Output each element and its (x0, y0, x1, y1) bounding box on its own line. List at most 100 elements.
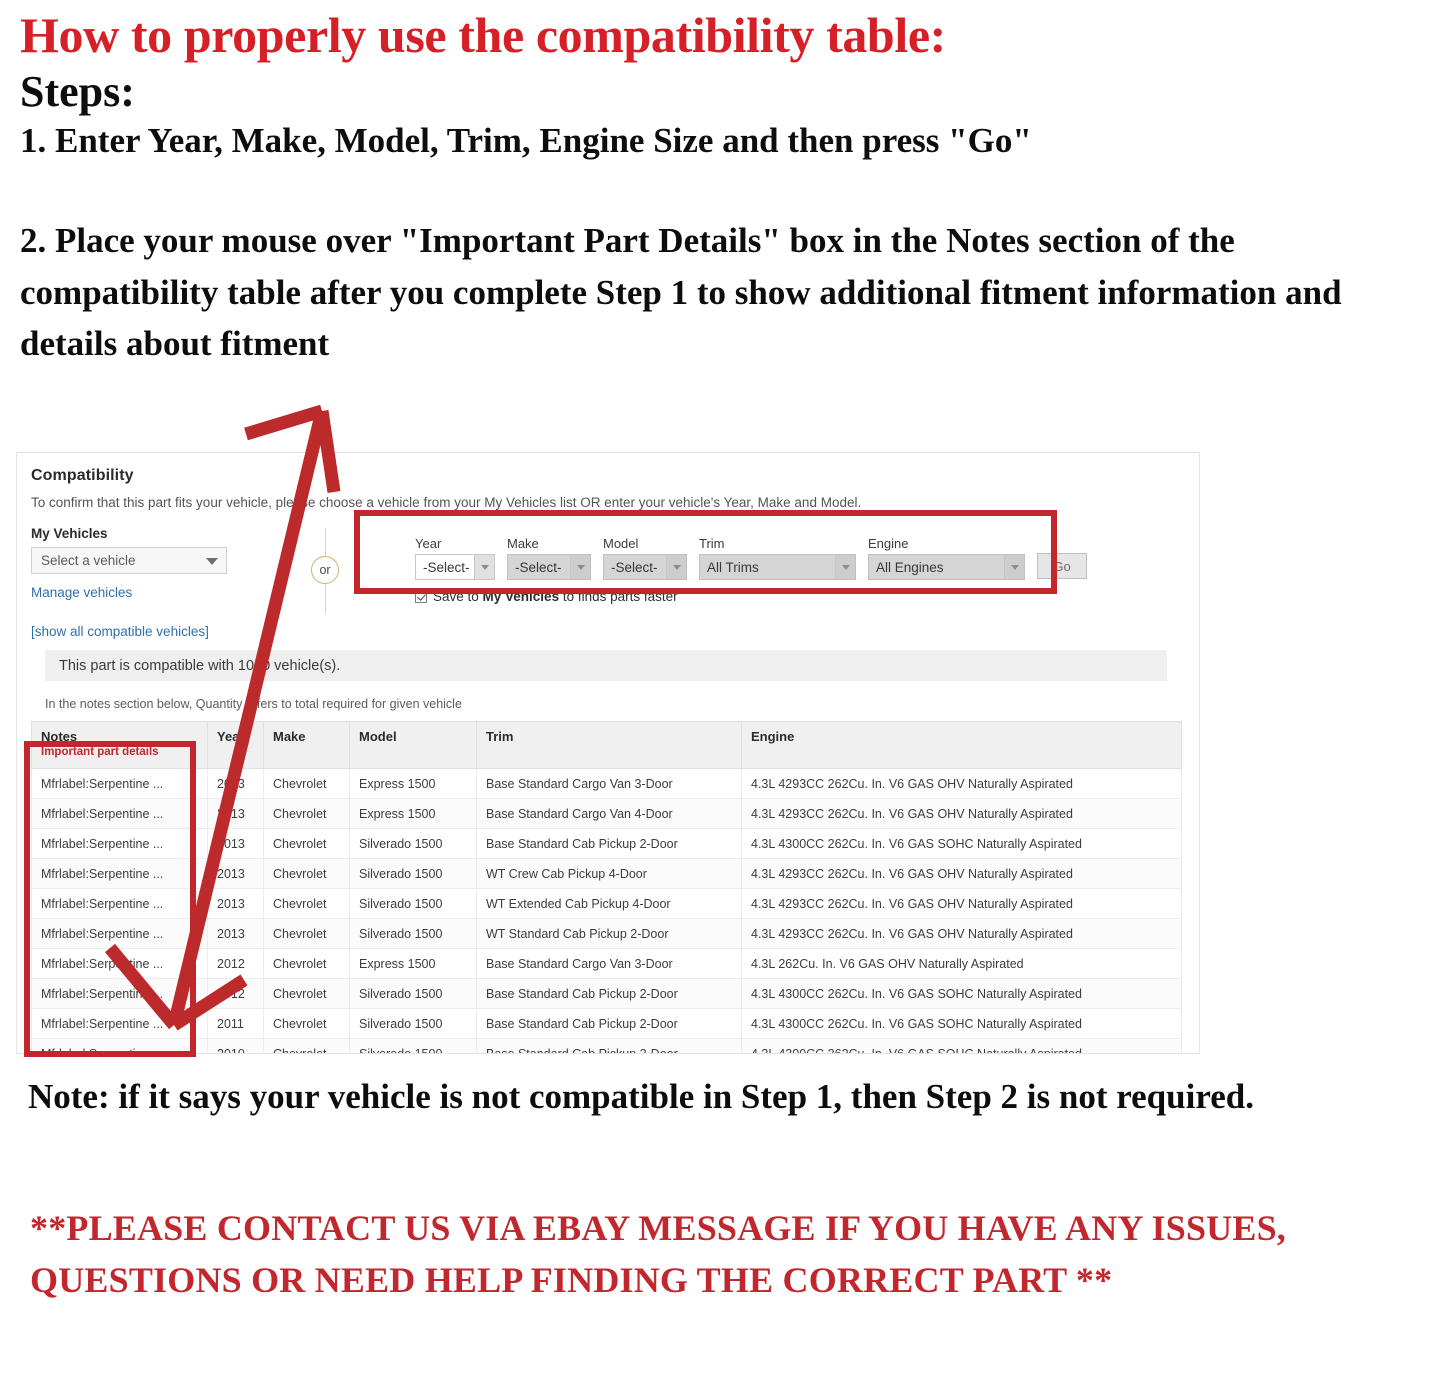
cell-notes[interactable]: Mfrlabel:Serpentine ... (31, 828, 208, 859)
model-label: Model (603, 536, 639, 551)
cell-model: Silverado 1500 (349, 888, 477, 919)
trim-select-value: All Trims (707, 559, 759, 575)
cell-notes[interactable]: Mfrlabel:Serpentine ... (31, 918, 208, 949)
chevron-down-icon (570, 555, 590, 579)
model-select[interactable]: -Select- (603, 554, 687, 580)
engine-select[interactable]: All Engines (868, 554, 1025, 580)
cell-model: Silverado 1500 (349, 858, 477, 889)
col-header-year: Year (207, 721, 264, 769)
table-row: Mfrlabel:Serpentine ... 2013 Chevrolet Silv… (31, 918, 1182, 949)
cell-trim: WT Extended Cab Pickup 4-Door (476, 888, 742, 919)
table-row: Mfrlabel:Serpentine ... 2013 Chevrolet Expr… (31, 798, 1182, 829)
or-divider: or (299, 526, 399, 622)
cell-notes[interactable]: Mfrlabel:Serpentine ... (31, 798, 208, 829)
cell-model: Silverado 1500 (349, 978, 477, 1009)
cell-notes[interactable]: Mfrlabel:Serpentine ... (31, 888, 208, 919)
cell-year: 2013 (207, 798, 264, 829)
save-suffix: to finds parts faster (559, 589, 678, 604)
cell-notes[interactable]: Mfrlabel:Serpentine ... (31, 768, 208, 799)
cell-trim: Base Standard Cargo Van 4-Door (476, 798, 742, 829)
cell-notes[interactable]: Mfrlabel:Serpentine ... (31, 978, 208, 1009)
manage-vehicles-link[interactable]: Manage vehicles (31, 585, 281, 600)
cell-model: Silverado 1500 (349, 918, 477, 949)
save-prefix: Save to (433, 589, 483, 604)
cell-engine: 4.3L 4300CC 262Cu. In. V6 GAS SOHC Natur… (741, 978, 1182, 1009)
show-all-compatible-vehicles-link[interactable]: [show all compatible vehicles] (31, 624, 281, 639)
table-row: Mfrlabel:Serpentine ... 2013 Chevrolet Expr… (31, 768, 1182, 799)
year-select[interactable]: -Select- (415, 554, 495, 580)
cell-model: Silverado 1500 (349, 828, 477, 859)
trim-select[interactable]: All Trims (699, 554, 856, 580)
make-select[interactable]: -Select- (507, 554, 591, 580)
vehicle-finder-form: Year -Select- Make -Select- Model -Selec… (403, 526, 1181, 604)
col-header-trim: Trim (476, 721, 742, 769)
cell-model: Express 1500 (349, 798, 477, 829)
cell-year: 2010 (207, 1038, 264, 1053)
cell-notes[interactable]: Mfrlabel:Serpentine ... (31, 1008, 208, 1039)
go-button[interactable]: Go (1037, 553, 1087, 579)
table-row: Mfrlabel:Serpentine ... 2013 Chevrolet Silv… (31, 858, 1182, 889)
cell-engine: 4.3L 4293CC 262Cu. In. V6 GAS OHV Natura… (741, 918, 1182, 949)
save-checkbox[interactable] (415, 590, 427, 603)
my-vehicles-label: My Vehicles (31, 526, 108, 541)
table-row: Mfrlabel:Serpentine ... 2011 Chevrolet Silv… (31, 1008, 1182, 1039)
trim-label: Trim (699, 536, 725, 551)
important-part-details-label[interactable]: Important part details (41, 746, 199, 758)
table-row: Mfrlabel:Serpentine ... 2012 Chevrolet Silv… (31, 978, 1182, 1009)
cell-model: Express 1500 (349, 948, 477, 979)
engine-label: Engine (868, 536, 909, 551)
cell-trim: Base Standard Cab Pickup 2-Door (476, 1038, 742, 1053)
cell-trim: Base Standard Cargo Van 3-Door (476, 948, 742, 979)
cell-trim: Base Standard Cab Pickup 2-Door (476, 828, 742, 859)
cell-year: 2013 (207, 768, 264, 799)
step-2-text: 2. Place your mouse over "Important Part… (20, 221, 1342, 363)
cell-engine: 4.3L 4300CC 262Cu. In. V6 GAS SOHC Natur… (741, 828, 1182, 859)
cell-make: Chevrolet (263, 828, 350, 859)
cell-year: 2013 (207, 888, 264, 919)
year-select-value: -Select- (423, 559, 470, 575)
cell-engine: 4.3L 4300CC 262Cu. In. V6 GAS SOHC Natur… (741, 1008, 1182, 1039)
cell-engine: 4.3L 4293CC 262Cu. In. V6 GAS OHV Natura… (741, 888, 1182, 919)
cell-make: Chevrolet (263, 768, 350, 799)
cell-trim: WT Standard Cab Pickup 2-Door (476, 918, 742, 949)
col-header-notes-label: Notes (41, 729, 78, 744)
chevron-down-icon (474, 555, 494, 579)
save-to-my-vehicles-row[interactable]: Save to My Vehicles to finds parts faste… (403, 589, 1181, 604)
arrow-head-top-left-barb (244, 404, 324, 441)
cell-trim: Base Standard Cargo Van 3-Door (476, 768, 742, 799)
note-text: Note: if it says your vehicle is not com… (28, 1077, 1254, 1116)
cell-trim: WT Crew Cab Pickup 4-Door (476, 858, 742, 889)
fitment-table: Notes Important part details Year Make M… (31, 721, 1182, 1053)
chevron-down-icon (835, 555, 855, 579)
cell-make: Chevrolet (263, 858, 350, 889)
my-vehicles-column: My Vehicles Select a vehicle Manage vehi… (31, 526, 281, 639)
cell-notes[interactable]: Mfrlabel:Serpentine ... (31, 858, 208, 889)
col-header-notes: Notes Important part details (31, 721, 208, 769)
cell-notes[interactable]: Mfrlabel:Serpentine ... (31, 948, 208, 979)
year-label: Year (415, 536, 442, 551)
field-engine: Engine All Engines (868, 536, 1025, 580)
model-select-value: -Select- (611, 559, 658, 575)
fitment-table-body: Mfrlabel:Serpentine ... 2013 Chevrolet Expr… (31, 768, 1182, 1053)
col-header-engine: Engine (741, 721, 1182, 769)
field-make: Make -Select- (507, 536, 591, 580)
cell-engine: 4.3L 4293CC 262Cu. In. V6 GAS OHV Natura… (741, 798, 1182, 829)
cell-make: Chevrolet (263, 948, 350, 979)
cell-notes[interactable]: Mfrlabel:Serpentine ... (31, 1038, 208, 1053)
col-header-make: Make (263, 721, 350, 769)
cell-make: Chevrolet (263, 918, 350, 949)
page-title: How to properly use the compatibility ta… (20, 7, 946, 63)
or-badge: or (311, 556, 339, 584)
notes-hint-text: In the notes section below, Quantity ref… (45, 697, 462, 711)
field-model: Model -Select- (603, 536, 687, 580)
cell-trim: Base Standard Cab Pickup 2-Door (476, 978, 742, 1009)
cell-make: Chevrolet (263, 888, 350, 919)
my-vehicles-select[interactable]: Select a vehicle (31, 547, 227, 574)
save-bold: My Vehicles (482, 589, 560, 604)
cell-make: Chevrolet (263, 1008, 350, 1039)
table-row: Mfrlabel:Serpentine ... 2013 Chevrolet Silv… (31, 888, 1182, 919)
cell-engine: 4.3L 4293CC 262Cu. In. V6 GAS OHV Natura… (741, 858, 1182, 889)
col-header-model: Model (349, 721, 477, 769)
cell-model: Express 1500 (349, 768, 477, 799)
chevron-down-icon (206, 558, 218, 565)
